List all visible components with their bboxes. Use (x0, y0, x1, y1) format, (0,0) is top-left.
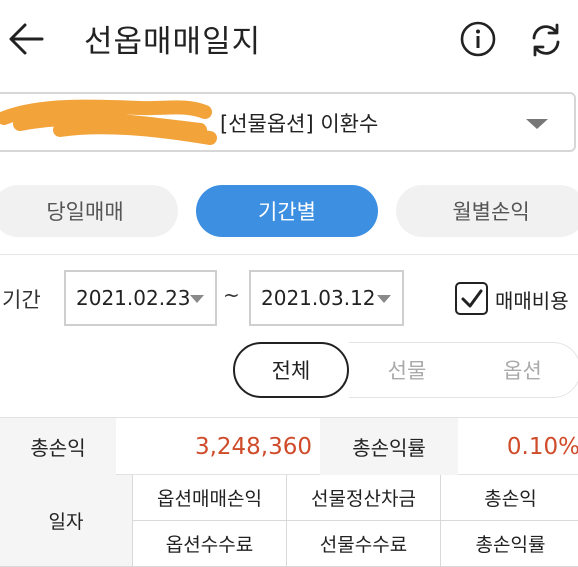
info-icon (460, 21, 496, 57)
filter-options[interactable]: 옵션 (465, 342, 578, 398)
total-pnl-rate-label: 총손익률 (320, 418, 458, 475)
summary-row: 총손익 3,248,360 총손익률 0.10% (0, 417, 578, 475)
info-button[interactable] (458, 19, 498, 59)
section-divider (0, 254, 578, 255)
column-header-total-pnl: 총손익 (441, 475, 578, 521)
checkmark-icon (461, 289, 483, 308)
tab-by-period[interactable]: 기간별 (196, 185, 378, 237)
tab-monthly-pnl[interactable]: 월별손익 (396, 185, 578, 237)
total-pnl-rate-value: 0.10% (506, 433, 578, 460)
chevron-down-icon (377, 295, 391, 303)
end-date-value: 2021.03.12 (261, 286, 376, 310)
end-date-select[interactable]: 2021.03.12 (249, 270, 404, 326)
date-range-separator: ~ (223, 283, 240, 307)
dropdown-caret-icon (526, 119, 548, 129)
tab-daily-trades[interactable]: 당일매매 (0, 185, 178, 237)
column-header-futures-fee: 선물수수료 (287, 521, 441, 567)
start-date-select[interactable]: 2021.02.23 (64, 270, 217, 326)
back-arrow-icon (9, 23, 44, 55)
column-header-date: 일자 (0, 475, 133, 567)
chevron-down-icon (190, 295, 204, 303)
start-date-value: 2021.02.23 (76, 286, 191, 310)
redaction-mark (0, 99, 217, 145)
refresh-icon (532, 23, 560, 57)
column-header-total-pnl-rate: 총손익률 (441, 521, 578, 567)
refresh-button[interactable] (526, 20, 566, 60)
column-header-option-pnl: 옵션매매손익 (133, 475, 287, 521)
column-header-option-fee: 옵션수수료 (133, 521, 287, 567)
back-button[interactable] (6, 18, 48, 60)
trading-fee-checkbox[interactable] (455, 282, 488, 315)
account-name: [선물옵션] 이환수 (220, 112, 379, 136)
column-header-futures-settlement: 선물정산차금 (287, 475, 441, 521)
filter-futures[interactable]: 선물 (349, 342, 465, 398)
trading-fee-label[interactable]: 매매비용 (495, 285, 569, 314)
table-header: 일자 옵션매매손익 선물정산차금 총손익 옵션수수료 선물수수료 총손익률 (0, 475, 578, 567)
total-pnl-value: 3,248,360 (194, 433, 312, 460)
period-label: 기간 (2, 288, 41, 312)
app-header: 선옵매매일지 (0, 0, 578, 78)
page-title: 선옵매매일지 (84, 24, 262, 60)
filter-all[interactable]: 전체 (233, 342, 349, 398)
total-pnl-label: 총손익 (0, 418, 116, 475)
